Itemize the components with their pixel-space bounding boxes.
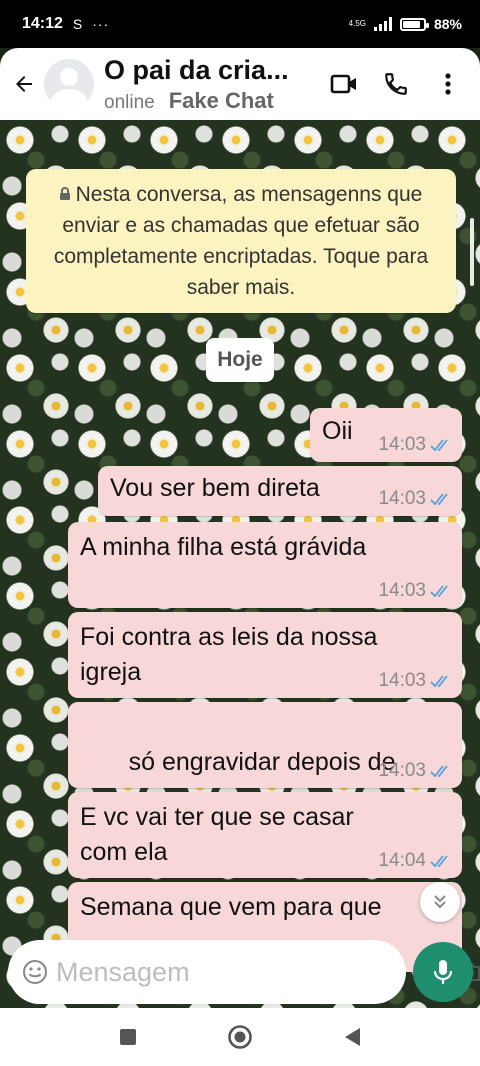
message-text: A minha filha está grávida bbox=[80, 533, 367, 561]
encryption-notice[interactable]: Nesta conversa, as mensagenns que enviar… bbox=[26, 169, 456, 313]
double-chevron-down-icon bbox=[434, 895, 446, 909]
message-meta: 14:03 bbox=[378, 670, 452, 692]
double-check-icon bbox=[430, 493, 448, 506]
contact-info[interactable]: O pai da cria... online Fake Chat bbox=[104, 54, 314, 114]
message-text: E vc vai ter que se casar com ela bbox=[80, 800, 354, 870]
status-dots: ··· bbox=[92, 16, 110, 32]
status-bar: 14:12 S ··· 4.5G 88% bbox=[0, 0, 480, 48]
message-bubble[interactable]: A minha filha está grávida 14:03 bbox=[68, 522, 462, 608]
message-meta: 14:03 bbox=[378, 580, 452, 602]
contact-status: online bbox=[104, 92, 155, 113]
more-vert-icon[interactable] bbox=[432, 68, 464, 100]
message-line: igreja bbox=[80, 658, 142, 686]
message-bubble[interactable]: E vc vai ter que se casar com ela 14:04 bbox=[68, 792, 462, 878]
message-time: 14:03 bbox=[378, 760, 426, 781]
message-bubble[interactable]: Vou ser bem direta 14:03 bbox=[98, 466, 462, 516]
message-time: 14:03 bbox=[378, 434, 426, 455]
message-line: com ela bbox=[80, 838, 168, 866]
back-nav-icon[interactable] bbox=[338, 1023, 366, 1051]
double-check-icon bbox=[430, 765, 448, 778]
message-line: Foi contra as leis da nossa bbox=[80, 623, 378, 651]
status-extra: S bbox=[72, 16, 83, 32]
message-meta: 14:03 bbox=[378, 488, 452, 510]
phone-icon[interactable] bbox=[380, 68, 412, 100]
message-input-bar bbox=[8, 940, 480, 1004]
date-chip: Hoje bbox=[206, 338, 274, 382]
message-text: Semana que vem para que bbox=[80, 893, 382, 921]
double-check-icon bbox=[430, 675, 448, 688]
contact-name: O pai da cria... bbox=[104, 55, 289, 85]
chat-area[interactable]: Nesta conversa, as mensagenns que enviar… bbox=[0, 120, 480, 1008]
message-bubble[interactable]: só engravidar depois de casada 14:03 bbox=[68, 702, 462, 846]
recents-icon[interactable] bbox=[114, 1023, 142, 1051]
battery-percent: 88% bbox=[433, 16, 462, 32]
message-text: Oii bbox=[322, 417, 353, 445]
lock-icon bbox=[59, 187, 70, 201]
scroll-indicator[interactable] bbox=[470, 218, 474, 286]
mic-button[interactable] bbox=[413, 942, 473, 1002]
message-bubble[interactable]: Oii 14:03 bbox=[310, 408, 462, 462]
message-line: só engravidar depois de bbox=[121, 748, 396, 776]
system-nav-bar bbox=[0, 1008, 480, 1066]
message-input[interactable] bbox=[56, 956, 410, 988]
double-check-icon bbox=[430, 855, 448, 868]
message-meta: 14:03 bbox=[378, 434, 452, 456]
watermark: Fake Chat bbox=[168, 88, 274, 113]
status-time: 14:12 bbox=[22, 15, 63, 32]
message-meta: 14:03 bbox=[378, 760, 452, 782]
home-icon[interactable] bbox=[226, 1023, 254, 1051]
message-time: 14:03 bbox=[378, 488, 426, 509]
signal-icon bbox=[373, 17, 392, 31]
message-text: Vou ser bem direta bbox=[110, 474, 320, 502]
double-check-icon bbox=[430, 439, 448, 452]
message-meta: 14:04 bbox=[378, 850, 452, 872]
back-arrow-icon[interactable] bbox=[0, 48, 42, 120]
message-text: Foi contra as leis da nossa igreja bbox=[80, 620, 377, 690]
network-type: 4.5G bbox=[348, 19, 366, 28]
scroll-down-button[interactable] bbox=[420, 882, 460, 922]
avatar[interactable] bbox=[44, 59, 94, 109]
battery-icon bbox=[399, 17, 429, 31]
message-time: 14:03 bbox=[378, 580, 426, 601]
emoji-icon[interactable] bbox=[22, 958, 48, 986]
encryption-notice-text: Nesta conversa, as mensagenns que enviar… bbox=[53, 183, 429, 299]
double-check-icon bbox=[430, 585, 448, 598]
message-time: 14:04 bbox=[378, 850, 426, 871]
message-time: 14:03 bbox=[378, 670, 426, 691]
message-line: E vc vai ter que se casar bbox=[80, 803, 354, 831]
video-call-icon[interactable] bbox=[328, 68, 360, 100]
message-bubble[interactable]: Foi contra as leis da nossa igreja 14:03 bbox=[68, 612, 462, 698]
mic-icon bbox=[433, 960, 453, 984]
chat-header: O pai da cria... online Fake Chat bbox=[0, 48, 480, 120]
